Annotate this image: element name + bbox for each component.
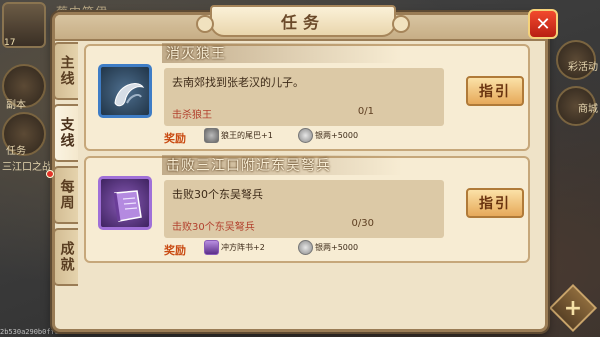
close-button[interactable]: ✕ [528, 9, 558, 39]
tab-main[interactable]: 主线 [53, 42, 78, 100]
wolf-tail-icon [204, 128, 219, 143]
quest-label: 任务 [6, 146, 26, 157]
dungeon-label: 副本 [6, 100, 26, 111]
quest-description-box: 击败30个东吴弩兵 击败30个东吴弩兵 0/30 [164, 180, 444, 238]
reward-text: 银两+5000 [315, 243, 359, 252]
quest-title: 击败三江口附近东吴弩兵 [166, 158, 331, 174]
reward-item: 银两+5000 [298, 128, 358, 143]
reward-item: 银两+5000 [298, 240, 358, 255]
wolf-fang-icon [98, 64, 152, 118]
reward-item: 狼王的尾巴+1 [204, 128, 273, 143]
quest-progress: 0/1 [357, 106, 374, 117]
quest-title: 消灭狼王 [166, 46, 226, 62]
quest-goal: 击败30个东吴弩兵 [172, 222, 255, 233]
shop-label: 商城 [578, 104, 598, 115]
quest-card: 击败三江口附近东吴弩兵 击败30个东吴弩兵 击败30个东吴弩兵 0/30 指引 … [84, 155, 530, 263]
tab-weekly[interactable]: 每周 [53, 166, 78, 224]
silver-coin-icon [298, 128, 313, 143]
reward-text: 银两+5000 [315, 131, 359, 140]
reward-text: 冲方阵书+2 [221, 243, 265, 252]
player-level: 17 [4, 38, 16, 48]
quest-description-box: 去南郊找到张老汉的儿子。 击杀狼王 0/1 [164, 68, 444, 126]
tome-icon [204, 240, 219, 255]
plus-icon: + [563, 295, 583, 321]
notification-dot [46, 170, 54, 178]
tab-side[interactable]: 支线 [53, 104, 78, 162]
reward-label: 奖励 [164, 132, 186, 145]
guide-button[interactable]: 指引 [466, 76, 524, 106]
panel-title: 任务 [196, 5, 410, 37]
reward-text: 狼王的尾巴+1 [221, 131, 273, 140]
quest-card: 消灭狼王 去南郊找到张老汉的儿子。 击杀狼王 0/1 指引 奖励 狼王的尾巴+1… [84, 43, 530, 151]
reward-item: 冲方阵书+2 [204, 240, 265, 255]
tab-achievements[interactable]: 成就 [53, 228, 78, 286]
guide-button[interactable]: 指引 [466, 188, 524, 218]
purple-book-icon [98, 176, 152, 230]
reward-label: 奖励 [164, 244, 186, 257]
activity-label: 彩活动 [568, 62, 598, 73]
quest-description: 去南郊找到张老汉的儿子。 [172, 76, 304, 89]
quest-goal: 击杀狼王 [172, 110, 212, 121]
event-label: 三江口之战 [2, 162, 52, 173]
quest-progress: 0/30 [351, 218, 374, 229]
silver-coin-icon [298, 240, 313, 255]
quest-description: 击败30个东吴弩兵 [172, 188, 263, 201]
